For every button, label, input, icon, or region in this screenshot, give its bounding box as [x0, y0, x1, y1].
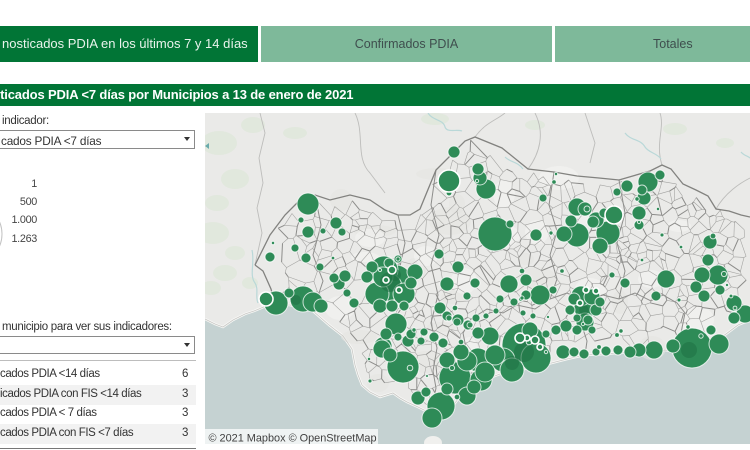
svg-text:© 2021 Mapbox © OpenStreetMap: © 2021 Mapbox © OpenStreetMap [209, 433, 377, 445]
